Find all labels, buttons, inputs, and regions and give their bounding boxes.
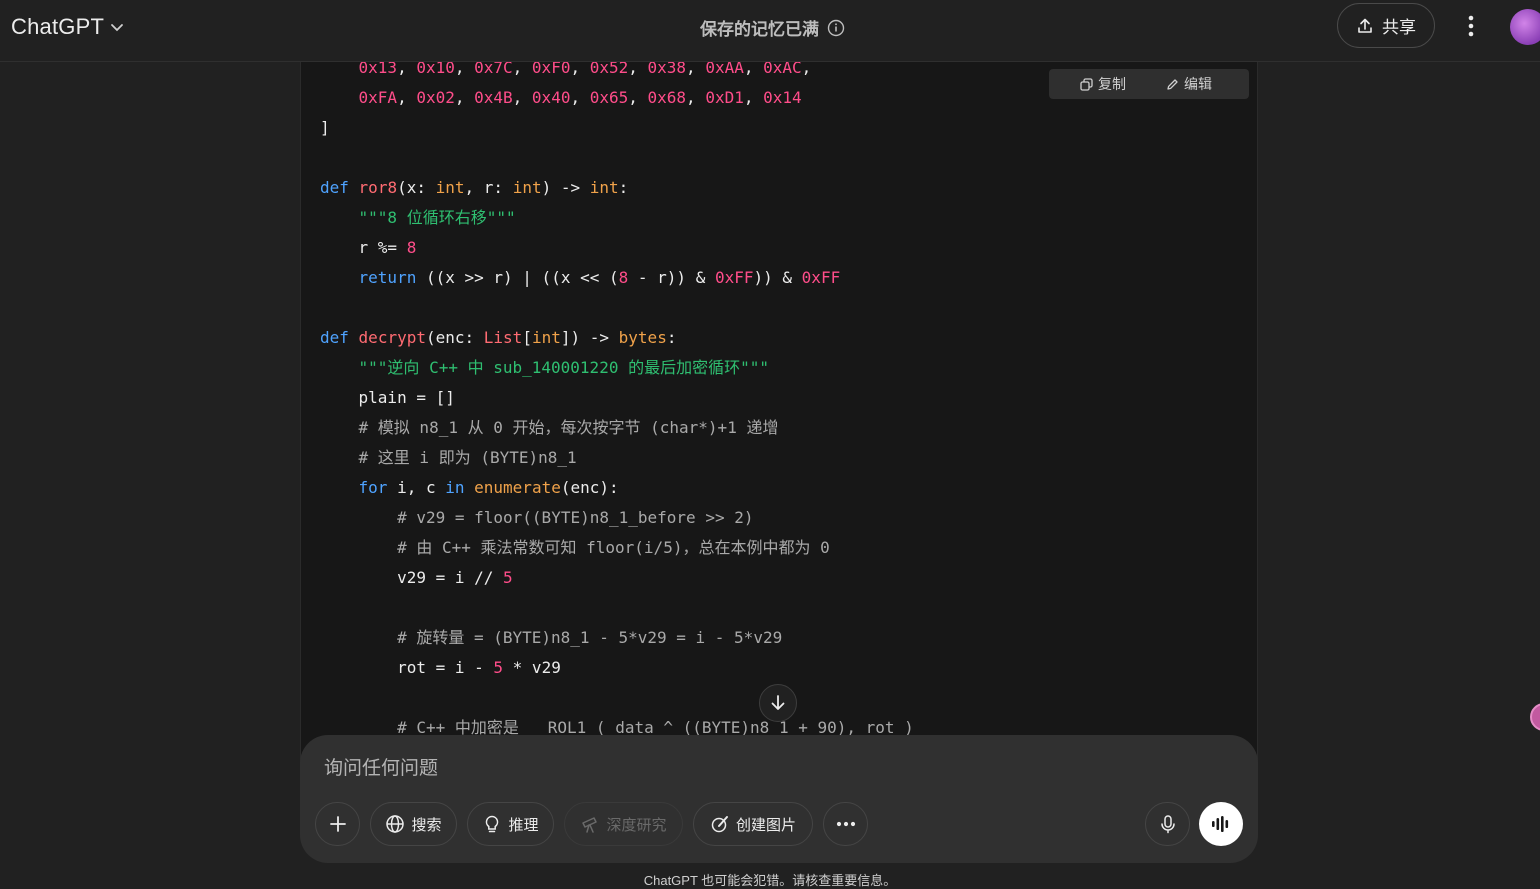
more-vertical-icon [1468, 15, 1474, 37]
voice-mode-button[interactable] [1199, 802, 1243, 846]
info-icon[interactable] [827, 19, 845, 37]
top-bar: ChatGPT 保存的记忆已满 共享 [0, 0, 1540, 62]
plus-icon [329, 816, 346, 832]
copy-icon [1080, 77, 1093, 91]
avatar[interactable] [1510, 9, 1540, 45]
code-content: 0x13, 0x10, 0x7C, 0xF0, 0x52, 0x38, 0xAA… [320, 61, 914, 737]
share-button[interactable]: 共享 [1337, 3, 1435, 48]
prompt-input[interactable] [322, 751, 1126, 787]
model-name: ChatGPT [11, 14, 105, 39]
search-button[interactable]: 搜索 [370, 802, 457, 846]
more-options-button[interactable] [1455, 10, 1487, 42]
disclaimer-text: ChatGPT 也可能会犯错。请核查重要信息。 [643, 873, 897, 888]
memory-status-text: 保存的记忆已满 [700, 20, 819, 39]
code-toolbar: 复制 编辑 [1049, 69, 1249, 99]
voice-wave-icon [1212, 816, 1229, 832]
add-attachment-button[interactable] [315, 802, 360, 846]
mic-icon [1160, 815, 1175, 834]
telescope-icon [582, 817, 598, 833]
image-brush-icon [711, 816, 728, 833]
copy-label: 复制 [1098, 76, 1126, 92]
reason-label: 推理 [508, 816, 539, 834]
share-upload-icon [1358, 18, 1372, 33]
chevron-down-icon [111, 24, 124, 32]
share-label: 共享 [1382, 18, 1416, 37]
copy-code-button[interactable]: 复制 [1080, 74, 1126, 94]
memory-status: 保存的记忆已满 [700, 15, 845, 40]
lightbulb-icon [486, 815, 499, 833]
edit-label: 编辑 [1184, 76, 1212, 92]
deep-research-label: 深度研究 [606, 816, 667, 834]
floating-assistant-bubble[interactable] [1530, 703, 1540, 731]
create-image-button[interactable]: 创建图片 [693, 802, 813, 846]
dictate-button[interactable] [1145, 802, 1190, 846]
more-tools-button[interactable] [823, 802, 868, 846]
composer: 搜索 推理 深度研究 创建图片 [300, 735, 1258, 863]
more-horizontal-icon [836, 821, 855, 827]
create-image-label: 创建图片 [735, 816, 796, 834]
arrow-down-icon [771, 695, 785, 710]
edit-code-button[interactable]: 编辑 [1166, 74, 1212, 94]
deep-research-button[interactable]: 深度研究 [564, 802, 683, 846]
globe-icon [386, 815, 405, 833]
edit-icon [1167, 78, 1178, 90]
scroll-to-bottom-button[interactable] [759, 684, 797, 722]
model-selector[interactable]: ChatGPT [11, 12, 124, 42]
reason-button[interactable]: 推理 [467, 802, 554, 846]
search-label: 搜索 [411, 816, 442, 834]
